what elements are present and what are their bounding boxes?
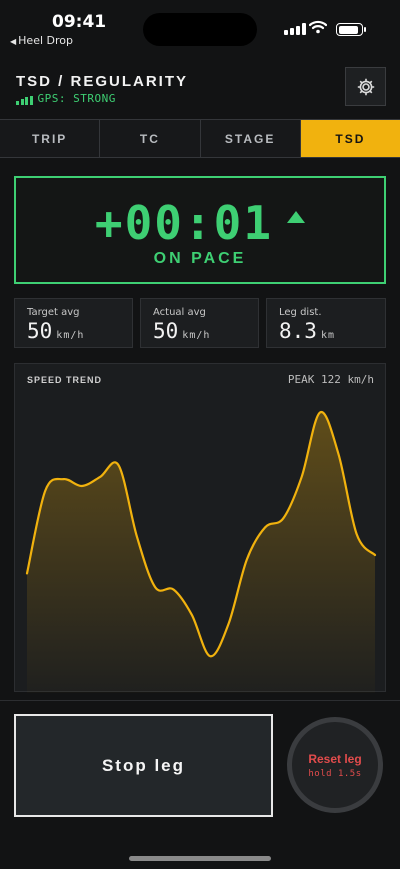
- back-arrow-icon: ◀: [10, 37, 17, 46]
- tab-trip[interactable]: TRIP: [0, 120, 101, 157]
- time-delta-panel: +00:01 ON PACE: [14, 176, 386, 284]
- status-bar: 09:41 ◀ Heel Drop: [0, 0, 400, 56]
- battery-icon: [336, 23, 366, 36]
- stat-label: Target avg: [27, 307, 80, 318]
- stat-leg-distance: Leg dist. 8.3 km: [266, 298, 386, 348]
- divider: [0, 700, 400, 701]
- up-triangle-icon: [287, 210, 306, 223]
- gps-status: GPS: STRONG: [16, 92, 116, 105]
- stat-unit: km: [320, 330, 335, 341]
- stat-value: 50: [153, 319, 179, 343]
- tab-tsd[interactable]: TSD: [300, 120, 400, 157]
- gps-status-label: GPS: STRONG: [37, 92, 116, 105]
- reset-leg-button[interactable]: Reset leg hold 1.5s: [287, 717, 383, 813]
- time-delta: +00:01: [16, 196, 384, 250]
- reset-leg-hint: hold 1.5s: [308, 768, 362, 779]
- gear-icon: [357, 78, 374, 95]
- reset-leg-label: Reset leg: [308, 751, 362, 766]
- mode-tabs: TRIP TC STAGE TSD: [0, 119, 400, 158]
- speed-trend-area: [27, 412, 375, 693]
- stat-actual-avg: Actual avg 50 km/h: [140, 298, 259, 348]
- stat-unit: km/h: [182, 330, 211, 341]
- back-link-label: Heel Drop: [18, 34, 73, 47]
- back-to-app-link[interactable]: ◀ Heel Drop: [10, 34, 73, 47]
- stat-label: Actual avg: [153, 307, 206, 318]
- gps-signal-icon: [16, 96, 33, 105]
- stat-unit: km/h: [56, 330, 85, 341]
- clock: 09:41: [52, 12, 107, 32]
- speed-trend-chart: SPEED TREND PEAK 122 km/h: [14, 363, 386, 693]
- stat-value-row: 50 km/h: [153, 319, 246, 343]
- home-indicator: [129, 856, 271, 861]
- dynamic-island: [143, 13, 257, 46]
- stat-label: Leg dist.: [279, 307, 322, 318]
- stat-value-row: 8.3 km: [279, 319, 373, 343]
- page-header: TSD / REGULARITY GPS: STRONG: [0, 56, 400, 118]
- chart-title: SPEED TREND: [27, 375, 103, 385]
- pace-status: ON PACE: [153, 250, 247, 267]
- page-title: TSD / REGULARITY: [16, 73, 189, 90]
- stat-target-avg: Target avg 50 km/h: [14, 298, 133, 348]
- wifi-icon: [309, 20, 327, 34]
- settings-button[interactable]: [345, 67, 386, 106]
- tab-tc[interactable]: TC: [100, 120, 201, 157]
- stat-value: 8.3: [279, 319, 317, 343]
- time-delta-value: +00:01: [94, 196, 274, 250]
- cellular-signal-icon: [284, 23, 306, 35]
- tab-stage[interactable]: STAGE: [200, 120, 301, 157]
- stat-value: 50: [27, 319, 53, 343]
- speed-trend-plot: [25, 411, 377, 693]
- stat-value-row: 50 km/h: [27, 319, 120, 343]
- stop-leg-button[interactable]: Stop leg: [14, 714, 273, 817]
- chart-peak-label: PEAK 122 km/h: [287, 373, 374, 386]
